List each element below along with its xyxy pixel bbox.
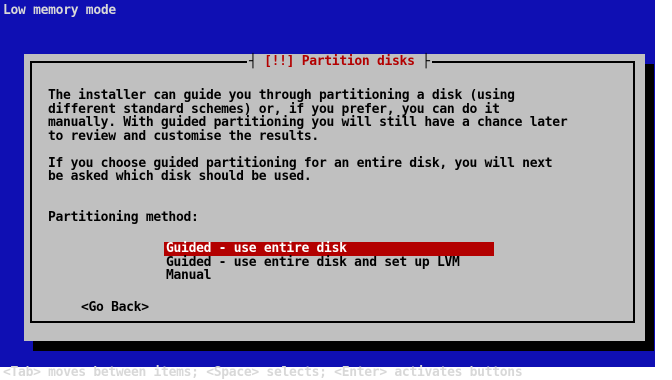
option-guided-lvm[interactable]: Guided - use entire disk and set up LVM	[164, 255, 494, 270]
title-left-bar: ┤	[249, 54, 265, 69]
dialog-title: ┤ [!!] Partition disks ├	[247, 54, 432, 70]
title-right-bar: ├	[414, 54, 430, 69]
dialog-frame: ┤ [!!] Partition disks ├ The installer c…	[30, 54, 635, 323]
installer-screen: Low memory mode ┤ [!!] Partition disks ├…	[0, 0, 655, 367]
dialog-description: The installer can guide you through part…	[48, 89, 628, 184]
screen-title: Low memory mode	[3, 3, 116, 18]
partitioning-method-list: Guided - use entire disk Guided - use en…	[164, 242, 494, 283]
partitioning-method-label: Partitioning method:	[48, 210, 199, 225]
partition-dialog: ┤ [!!] Partition disks ├ The installer c…	[24, 54, 645, 341]
dialog-title-text: [!!] Partition disks	[264, 54, 415, 69]
paragraph-1: The installer can guide you through part…	[48, 88, 568, 144]
option-guided-entire-disk[interactable]: Guided - use entire disk	[164, 242, 494, 256]
paragraph-2: If you choose guided partitioning for an…	[48, 155, 553, 184]
keyboard-hint: <Tab> moves between items; <Space> selec…	[3, 365, 523, 380]
option-manual[interactable]: Manual	[164, 269, 494, 283]
go-back-button[interactable]: <Go Back>	[81, 301, 149, 315]
